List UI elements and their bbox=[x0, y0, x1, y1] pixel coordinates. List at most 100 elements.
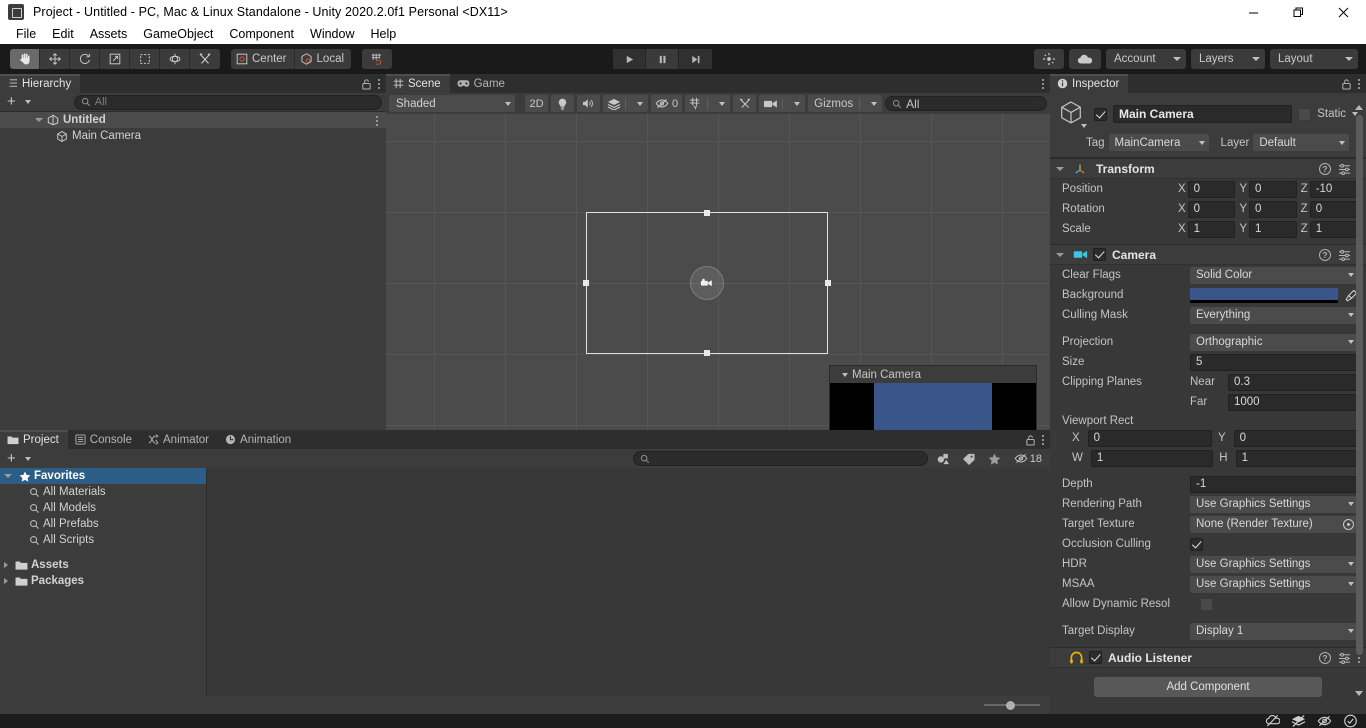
filter-by-type-button[interactable] bbox=[931, 450, 954, 467]
component-header-transform[interactable]: Transform ? bbox=[1050, 158, 1366, 179]
effects-menu-button[interactable] bbox=[626, 101, 648, 106]
tab-animator[interactable]: Animator bbox=[141, 430, 219, 449]
static-label-wrap[interactable]: Static bbox=[1317, 108, 1358, 120]
scene-camera-menu-button[interactable] bbox=[783, 101, 805, 106]
hierarchy-scene-row[interactable]: Untitled bbox=[0, 112, 386, 128]
toggle-2d-button[interactable]: 2D bbox=[525, 95, 548, 112]
restore-button[interactable] bbox=[1276, 0, 1321, 24]
help-icon[interactable]: ? bbox=[1319, 248, 1331, 261]
menu-window[interactable]: Window bbox=[302, 25, 362, 43]
culling-mask-dropdown[interactable]: Everything bbox=[1190, 306, 1358, 324]
filter-favorites-button[interactable] bbox=[983, 450, 1006, 467]
scene-menu-icon[interactable] bbox=[1042, 78, 1044, 89]
preset-icon[interactable] bbox=[1338, 249, 1351, 261]
chevron-down-icon[interactable] bbox=[4, 474, 12, 478]
collab-error-icon[interactable] bbox=[1265, 714, 1280, 728]
chevron-down-icon[interactable] bbox=[842, 372, 848, 377]
tab-console[interactable]: Console bbox=[67, 430, 141, 449]
cloud-icon-button[interactable] bbox=[1069, 49, 1101, 69]
hidden-packages-button[interactable]: 18 bbox=[1009, 450, 1046, 467]
project-tree-all-scripts[interactable]: All Scripts bbox=[0, 532, 206, 548]
grid-snapping-button[interactable] bbox=[362, 49, 393, 69]
gizmos-toggle[interactable]: Gizmos bbox=[808, 98, 859, 110]
inspector-scrollbar-thumb[interactable] bbox=[1356, 115, 1363, 655]
position-x-input[interactable]: 0 bbox=[1187, 180, 1236, 198]
camera-preview-window[interactable]: Main Camera bbox=[829, 365, 1037, 434]
target-display-dropdown[interactable]: Display 1 bbox=[1190, 622, 1358, 640]
lock-icon[interactable] bbox=[1025, 434, 1036, 446]
scene-camera-toggle[interactable] bbox=[759, 99, 782, 109]
layers-off-icon[interactable] bbox=[1291, 714, 1306, 728]
resize-handle-bottom[interactable] bbox=[704, 350, 710, 356]
tab-hierarchy[interactable]: Hierarchy bbox=[0, 74, 81, 93]
grid-menu-button[interactable] bbox=[708, 101, 730, 106]
position-z-input[interactable]: -10 bbox=[1309, 180, 1358, 198]
create-object-button[interactable]: + bbox=[4, 94, 34, 109]
chevron-down-icon[interactable] bbox=[1056, 166, 1064, 171]
effects-toggle[interactable] bbox=[603, 98, 625, 110]
hierarchy-item-main-camera[interactable]: Main Camera bbox=[0, 128, 386, 144]
gizmos-menu-button[interactable] bbox=[860, 101, 882, 106]
menu-help[interactable]: Help bbox=[362, 25, 404, 43]
chevron-right-icon[interactable] bbox=[4, 562, 8, 568]
tab-inspector[interactable]: Inspector bbox=[1050, 74, 1129, 93]
scene-viewport[interactable]: Main Camera bbox=[386, 114, 1050, 449]
clear-flags-dropdown[interactable]: Solid Color bbox=[1190, 266, 1358, 284]
component-header-camera[interactable]: Camera ? bbox=[1050, 244, 1366, 265]
hierarchy-search-input[interactable]: All bbox=[73, 94, 382, 110]
play-button[interactable] bbox=[613, 49, 646, 69]
rotation-y-input[interactable]: 0 bbox=[1249, 200, 1297, 218]
chevron-down-icon[interactable] bbox=[35, 118, 43, 122]
tab-project[interactable]: Project bbox=[0, 430, 68, 449]
rotation-x-input[interactable]: 0 bbox=[1187, 200, 1236, 218]
check-circle-icon[interactable] bbox=[1343, 714, 1358, 728]
layer-dropdown[interactable]: Default bbox=[1253, 134, 1350, 151]
menu-edit[interactable]: Edit bbox=[44, 25, 82, 43]
inspector-menu-icon[interactable] bbox=[1358, 78, 1360, 89]
handle-rotation-button[interactable]: Local bbox=[294, 49, 352, 69]
occlusion-culling-checkbox[interactable] bbox=[1190, 537, 1203, 551]
toggle-audio-button[interactable] bbox=[577, 95, 600, 112]
resize-handle-top[interactable] bbox=[704, 210, 710, 216]
audio-listener-enabled-checkbox[interactable] bbox=[1089, 651, 1102, 664]
target-texture-object-field[interactable]: None (Render Texture) bbox=[1190, 515, 1358, 533]
minimize-button[interactable] bbox=[1231, 0, 1276, 24]
tab-scene[interactable]: Scene bbox=[386, 74, 450, 93]
hdr-dropdown[interactable]: Use Graphics Settings bbox=[1190, 555, 1358, 573]
inspector-scrollbar[interactable] bbox=[1355, 115, 1364, 698]
project-tree-all-prefabs[interactable]: All Prefabs bbox=[0, 516, 206, 532]
custom-editor-tool-button[interactable] bbox=[190, 49, 220, 69]
component-header-audio-listener[interactable]: Audio Listener ? bbox=[1050, 647, 1366, 668]
move-tool-button[interactable] bbox=[40, 49, 70, 69]
help-icon[interactable]: ? bbox=[1319, 651, 1331, 664]
grid-visibility-dropdown[interactable] bbox=[685, 95, 731, 112]
tab-animation[interactable]: Animation bbox=[218, 430, 301, 449]
dynamic-resolution-checkbox[interactable] bbox=[1200, 597, 1213, 611]
menu-file[interactable]: File bbox=[8, 25, 44, 43]
far-input[interactable]: 1000 bbox=[1228, 393, 1358, 411]
depth-input[interactable]: -1 bbox=[1190, 475, 1358, 493]
account-dropdown[interactable]: Account bbox=[1106, 49, 1186, 69]
project-tree-assets[interactable]: Assets bbox=[0, 557, 206, 573]
viewport-w-input[interactable]: 1 bbox=[1090, 449, 1214, 467]
menu-assets[interactable]: Assets bbox=[82, 25, 136, 43]
help-icon[interactable]: ? bbox=[1319, 162, 1331, 175]
scroll-down-arrow[interactable] bbox=[1355, 691, 1363, 696]
tag-dropdown[interactable]: MainCamera bbox=[1108, 134, 1209, 151]
viewport-h-input[interactable]: 1 bbox=[1235, 449, 1359, 467]
transform-tool-button[interactable] bbox=[160, 49, 190, 69]
projection-dropdown[interactable]: Orthographic bbox=[1190, 333, 1358, 351]
tab-game[interactable]: Game bbox=[449, 74, 514, 93]
chevron-down-icon[interactable] bbox=[1081, 124, 1087, 128]
size-input[interactable]: 5 bbox=[1190, 353, 1358, 371]
camera-gizmo[interactable] bbox=[690, 266, 724, 300]
icon-size-slider-knob[interactable] bbox=[1006, 700, 1015, 710]
lock-icon[interactable] bbox=[361, 78, 372, 90]
scroll-up-arrow[interactable] bbox=[1355, 105, 1363, 110]
layout-dropdown[interactable]: Layout bbox=[1270, 49, 1358, 69]
scale-y-input[interactable]: 1 bbox=[1249, 220, 1297, 238]
grid-toggle[interactable] bbox=[685, 97, 707, 110]
pause-button[interactable] bbox=[646, 49, 679, 69]
menu-component[interactable]: Component bbox=[221, 25, 302, 43]
hierarchy-menu-icon[interactable] bbox=[378, 78, 380, 89]
